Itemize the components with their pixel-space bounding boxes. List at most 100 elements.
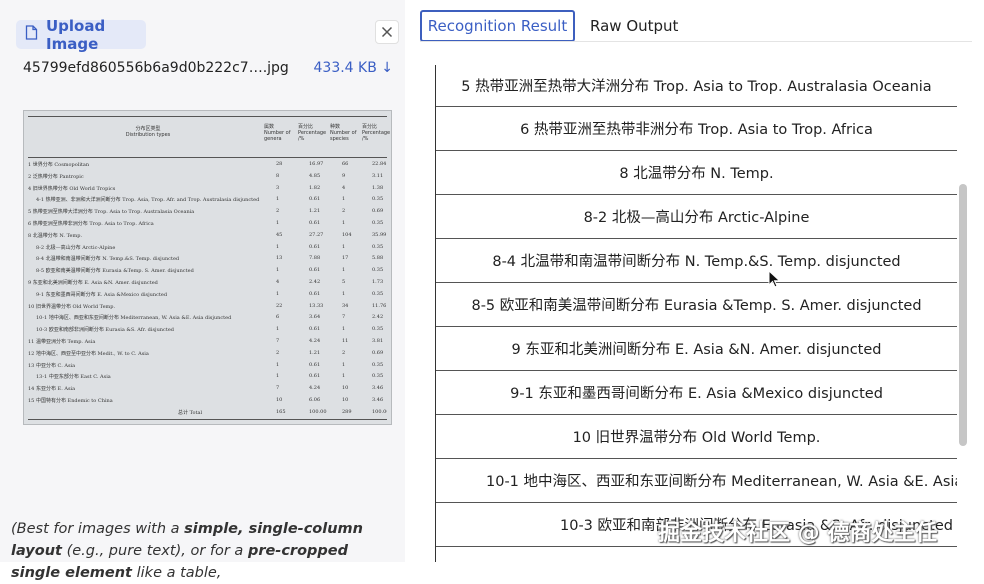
thumbnail-row: 1 世界分布 Cosmopolitan 28 16.97 66 22.84 (28, 161, 387, 170)
thumbnail-cell-type: 6 热带亚洲至热带非洲分布 Trop. Asia to Trop. Africa (28, 221, 154, 227)
thumbnail-cell-value: 1 (276, 243, 280, 250)
thumbnail-cell-value: 100.00 (309, 408, 327, 415)
thumbnail-cell-value: 1 (342, 267, 346, 274)
thumbnail-cell-value: 1 (276, 267, 280, 274)
thumbnail-cell-value: 289 (342, 408, 352, 415)
thumbnail-row: 4 旧世界热带分布 Old World Tropics 3 1.82 4 1.38 (28, 185, 387, 194)
thumbnail-cell-value: 9 (342, 172, 346, 179)
thumbnail-cell-value: 0.61 (309, 290, 321, 297)
thumbnail-cell-value: 28 (276, 161, 283, 167)
thumbnail-cell-value: 27.27 (309, 231, 324, 238)
thumbnail-cell-type: 1 世界分布 Cosmopolitan (28, 162, 90, 168)
file-icon (25, 25, 38, 44)
close-button[interactable] (375, 20, 399, 44)
thumbnail-cell-value: 6 (276, 314, 280, 321)
thumbnail-cell-value: 2 (342, 349, 346, 356)
recognition-result-table: 5 热带亚洲至热带大洋洲分布 Trop. Asia to Trop. Austr… (435, 65, 957, 562)
mouse-cursor-icon (768, 269, 781, 292)
thumbnail-cell-value: 3.11 (372, 172, 384, 179)
result-row: 9-1 东亚和墨西哥间断分布 E. Asia &Mexico disjuncte… (436, 371, 957, 415)
thumbnail-cell-value: 0.61 (309, 196, 321, 203)
thumbnail-cell-type: 4 旧世界热带分布 Old World Tropics (28, 185, 116, 192)
thumbnail-cell-value: 7 (276, 385, 280, 392)
thumbnail-cell-value: 6.06 (309, 397, 321, 403)
thumbnail-cell-value: 1 (276, 290, 280, 297)
result-row: 10 旧世界温带分布 Old World Temp. (436, 415, 957, 459)
thumbnail-cell-type: 9-1 东亚和墨西哥间断分布 E. Asia &Mexico disjuncte… (36, 291, 168, 298)
thumbnail-cell-value: 1 (342, 326, 346, 333)
thumbnail-cell-value: 5 (342, 279, 346, 285)
table-header-rule (28, 157, 387, 158)
scrollbar-thumb[interactable] (959, 184, 967, 446)
result-row: 8-2 北极—高山分布 Arctic-Alpine (436, 195, 957, 239)
thumbnail-cell-value: 0.35 (372, 267, 384, 274)
thumbnail-cell-value: 0.69 (372, 349, 384, 356)
thumbnail-row: 9-1 东亚和墨西哥间断分布 E. Asia &Mexico disjuncte… (28, 291, 387, 300)
thumbnail-cell-value: 1.21 (309, 349, 321, 356)
thumbnail-cell-value: 13.33 (309, 302, 324, 309)
result-row: 5 热带亚洲至热带大洋洲分布 Trop. Asia to Trop. Austr… (436, 65, 957, 107)
thumbnail-cell-value: 7 (342, 314, 346, 321)
thumbnail-cell-value: 1.82 (309, 184, 321, 191)
hint-text-3: like a table, (132, 565, 222, 581)
file-info: 45799efd860556b6a9d0b222c7….jpg 433.4 KB… (23, 60, 393, 80)
thumbnail-cell-value: 100.00 (372, 408, 387, 415)
thumbnail-row: 5 热带亚洲至热带大洋洲分布 Trop. Asia to Trop. Austr… (28, 208, 387, 217)
thumbnail-cell-value: 1 (276, 373, 280, 380)
thumbnail-cell-type: 10-3 欧亚和南部非洲间断分布 Eurasia &S. Afr. disjun… (36, 327, 174, 334)
thumbnail-cell-value: 0.35 (372, 290, 384, 297)
thumbnail-cell-value: 5.88 (372, 255, 384, 262)
thumbnail-cell-value: 165 (276, 408, 286, 415)
thumbnail-cell-value: 4.24 (309, 385, 321, 392)
thumbnail-cell-value: 22.84 (372, 161, 387, 167)
thumbnail-cell-value: 1.38 (372, 184, 384, 191)
thumbnail-cell-type: 8 北温带分布 N. Temp. (28, 232, 83, 239)
upload-image-button[interactable]: Upload Image (16, 17, 146, 53)
thumbnail-cell-value: 2 (276, 208, 280, 215)
file-size-download-link[interactable]: 433.4 KB ↓ (314, 60, 394, 76)
thumbnail-header-genera: 属数 Number of genera (264, 124, 291, 142)
thumbnail-row: 4-1 热带亚洲、非洲和大洋洲间断分布 Trop. Asia, Trop. Af… (28, 196, 387, 205)
thumbnail-cell-value: 1.21 (309, 208, 321, 215)
thumbnail-row: 11 温带亚洲分布 Temp. Asia 7 4.24 11 3.81 (28, 338, 387, 347)
thumbnail-cell-value: 11.76 (372, 302, 387, 309)
thumbnail-cell-type: 9 东亚和北美洲间断分布 E. Asia &N. Amer. disjuncte… (28, 280, 158, 286)
thumbnail-header-pct1: 百分比 Percentage /% (298, 124, 327, 142)
thumbnail-cell-value: 3 (276, 184, 280, 191)
thumbnail-cell-type: 15 中国特有分布 Endemic to China (28, 398, 113, 404)
thumbnail-cell-value: 0.35 (372, 326, 384, 333)
thumbnail-cell-value: 3.81 (372, 338, 384, 344)
thumbnail-cell-value: 22 (276, 302, 283, 309)
thumbnail-cell-value: 7.88 (309, 255, 321, 262)
thumbnail-cell-type: 10-1 地中海区、西亚和东亚间断分布 Mediterranean, W. As… (36, 315, 232, 322)
thumbnail-cell-value: 1 (342, 373, 346, 380)
thumbnail-cell-type: 10 旧世界温带分布 Old World Temp. (28, 303, 116, 310)
thumbnail-row: 12 地中海区、西亚至中亚分布 Medit., W. to C. Asia 2 1.… (28, 350, 387, 359)
thumbnail-row: 15 中国特有分布 Endemic to China 10 6.06 10 3.46 (28, 397, 387, 406)
thumbnail-cell-type: 8-4 北温带和南温带间断分布 N. Temp.&S. Temp. disjun… (36, 256, 180, 263)
thumbnail-cell-value: 1.73 (372, 279, 384, 285)
thumbnail-cell-value: 13 (276, 255, 283, 262)
thumbnail-row: 8 北温带分布 N. Temp. 45 27.27 104 35.99 (28, 232, 387, 241)
tab-raw-output[interactable]: Raw Output (590, 10, 678, 42)
thumbnail-row: 8-2 北极—高山分布 Arctic-Alpine 1 0.61 1 0.35 (28, 244, 387, 253)
thumbnail-cell-value: 10 (276, 397, 283, 403)
thumbnail-row: 6 热带亚洲至热带非洲分布 Trop. Asia to Trop. Africa… (28, 220, 387, 229)
thumbnail-cell-type: 13-1 中亚东部分布 East C. Asia (36, 374, 111, 381)
thumbnail-cell-value: 104 (342, 231, 352, 238)
thumbnail-cell-value: 2 (276, 349, 280, 356)
thumbnail-header: 分布区类型 Distribution types 属数 Number of ge… (28, 119, 390, 155)
thumbnail-row: 10-3 欧亚和南部非洲间断分布 Eurasia &S. Afr. disjun… (28, 326, 387, 335)
thumbnail-header-type: 分布区类型 Distribution types (125, 126, 171, 138)
file-name: 45799efd860556b6a9d0b222c7….jpg (23, 60, 289, 76)
thumbnail-cell-value: 16.97 (309, 161, 324, 167)
thumbnail-cell-value: 35.99 (372, 231, 387, 238)
thumbnail-cell-value: 3.46 (372, 385, 384, 392)
tab-recognition-result[interactable]: Recognition Result (420, 10, 575, 42)
thumbnail-cell-value: 0.35 (372, 361, 384, 368)
thumbnail-cell-value: 2.42 (309, 279, 321, 285)
thumbnail-header-pct2: 百分比 Percentage /% (362, 124, 391, 142)
thumbnail-cell-value: 1 (342, 361, 346, 368)
thumbnail-cell-value: 4.24 (309, 338, 321, 344)
thumbnail-cell-value: 2.42 (372, 314, 384, 321)
